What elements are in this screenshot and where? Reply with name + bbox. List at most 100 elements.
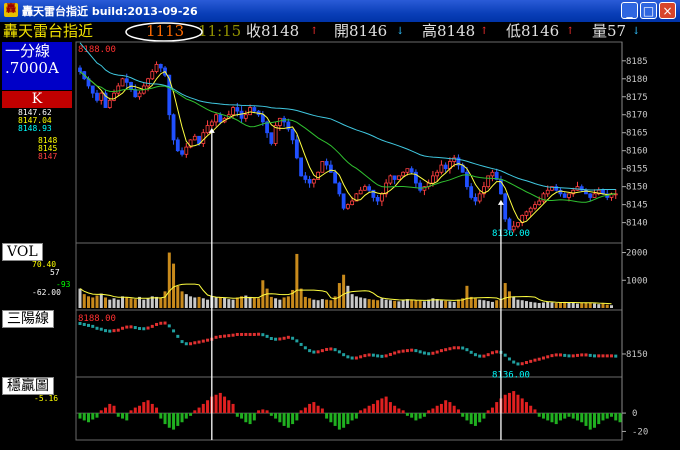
volume-bar — [473, 298, 477, 308]
three-line-mark — [486, 353, 490, 357]
volume-bar — [363, 298, 367, 308]
three-line-mark — [388, 352, 392, 356]
three-line-mark — [261, 333, 265, 337]
volume-bar — [507, 291, 511, 308]
volume-bar — [82, 294, 86, 308]
volume-bar — [197, 296, 201, 308]
volume-bar — [214, 297, 218, 308]
win-bar — [121, 413, 125, 419]
three-line-mark — [325, 347, 329, 351]
three-line-mark — [384, 354, 388, 358]
volume-bar — [282, 297, 286, 308]
win-bar — [176, 413, 180, 426]
volume-bar — [206, 299, 210, 308]
volume-bar — [516, 299, 520, 308]
candle — [388, 175, 393, 184]
candle — [299, 157, 304, 177]
candle — [401, 171, 406, 177]
volume-bar — [163, 291, 167, 308]
three-line-mark — [431, 351, 435, 355]
volume-bar — [303, 296, 307, 308]
candle — [409, 168, 414, 173]
volume-bar — [112, 298, 116, 308]
candle — [78, 67, 82, 72]
panel-frame — [75, 309, 623, 378]
win-bar — [490, 407, 494, 414]
win-bar — [439, 403, 443, 414]
three-line-mark — [584, 353, 588, 357]
candle — [107, 99, 112, 108]
win-bar — [329, 413, 333, 423]
win-bar — [376, 400, 380, 414]
win-bar — [405, 413, 409, 416]
win-bar — [95, 413, 99, 418]
three-line-mark — [329, 347, 333, 351]
win-bar — [312, 402, 316, 414]
three-line-mark — [597, 354, 601, 358]
y-tick-label: 8140 — [626, 219, 648, 229]
win-bar — [231, 403, 235, 414]
candle — [516, 222, 520, 227]
candle — [209, 121, 214, 126]
three-line-mark — [414, 349, 418, 353]
three-line-mark — [257, 332, 261, 336]
three-line-mark — [295, 339, 299, 343]
three-line-mark — [320, 349, 324, 353]
win-bar — [478, 413, 482, 423]
volume-bar — [609, 305, 613, 308]
volume-bar — [435, 299, 439, 308]
candle — [379, 193, 384, 202]
candle — [524, 211, 529, 216]
three-line-mark — [495, 350, 499, 354]
volume-bar — [533, 302, 537, 308]
candle — [150, 71, 155, 80]
volume-bar — [329, 300, 333, 308]
win-bar — [269, 413, 273, 416]
win-bar — [184, 413, 188, 419]
win-bar — [286, 413, 290, 428]
win-bar — [601, 413, 605, 421]
candle — [307, 179, 312, 184]
volume-bar — [235, 297, 239, 308]
win-bar — [244, 413, 248, 423]
volume-bar — [248, 296, 252, 308]
win-bar — [193, 410, 197, 414]
three-line-mark — [337, 350, 341, 354]
volume-bar — [121, 296, 125, 308]
three-line-mark — [312, 350, 316, 354]
three-line-mark — [142, 327, 146, 331]
win-bar — [444, 400, 448, 414]
y-tick-label: 8165 — [626, 129, 648, 139]
win-bar — [235, 413, 239, 417]
candle — [290, 128, 295, 141]
volume-bar — [418, 300, 422, 308]
volume-bar — [257, 298, 261, 308]
three-line-mark — [376, 354, 380, 358]
win-bar — [554, 413, 558, 425]
win-bar — [546, 413, 550, 421]
volume-bar — [359, 297, 363, 308]
volume-bar — [537, 303, 541, 308]
three-line-mark — [138, 327, 142, 331]
volume-bar — [155, 296, 159, 308]
win-bar — [448, 402, 452, 414]
volume-bar — [91, 297, 95, 308]
three-line-mark — [367, 353, 371, 357]
candle — [367, 186, 372, 191]
volume-bar — [371, 299, 375, 308]
three-line-mark — [342, 353, 346, 357]
three-line-mark — [303, 346, 307, 350]
candle — [333, 171, 338, 184]
win-bar — [397, 408, 401, 414]
three-line-mark — [265, 334, 269, 338]
win-bar — [274, 413, 278, 419]
three-line-mark — [193, 341, 197, 345]
low-price-label: 8136.00 — [492, 229, 530, 239]
three-line-mark — [299, 342, 303, 346]
volume-bar — [78, 288, 82, 308]
win-bar — [142, 402, 146, 414]
win-bar — [422, 413, 426, 417]
candle — [443, 164, 448, 170]
top-price-label: 8188.00 — [78, 314, 116, 324]
win-bar — [206, 400, 210, 414]
